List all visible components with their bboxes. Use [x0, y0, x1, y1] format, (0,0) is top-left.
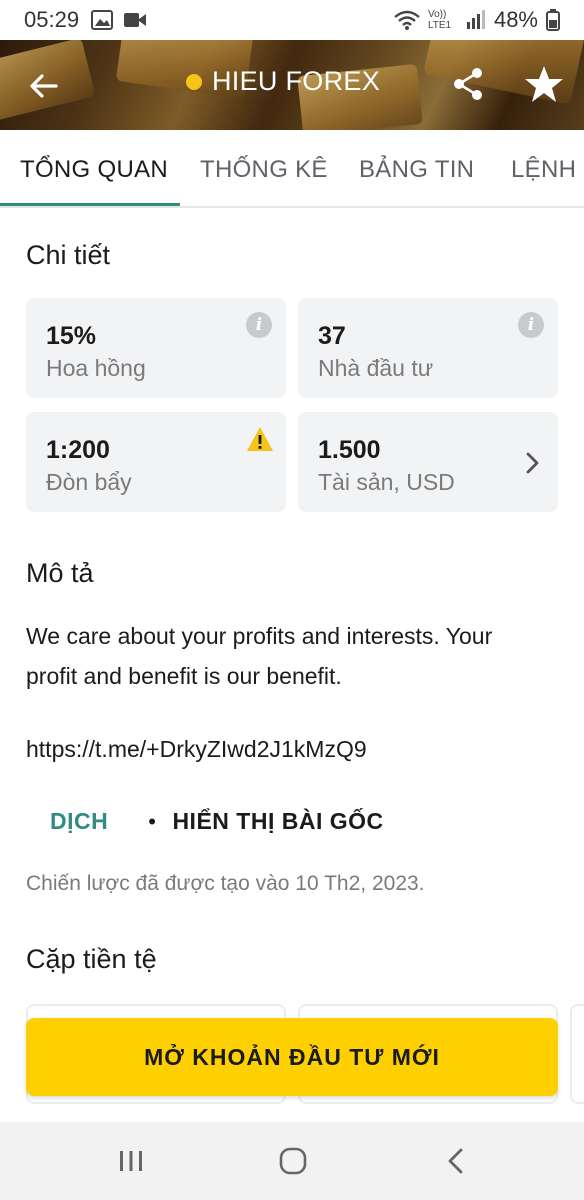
commission-label: Hoa hồng — [46, 355, 146, 381]
leverage-value: 1:200 — [46, 436, 110, 464]
telegram-link[interactable]: https://t.me/+DrkyZIwd2J1kMzQ9 — [26, 736, 367, 763]
created-date: Chiến lược đã được tạo vào 10 Th2, 2023. — [26, 872, 425, 895]
tab-statistics[interactable]: THỐNG KÊ — [200, 156, 328, 184]
tab-orders[interactable]: LỆNH G — [511, 156, 584, 184]
active-tab-indicator — [0, 203, 180, 206]
translate-row: DỊCH • HIỂN THỊ BÀI GỐC — [50, 808, 384, 835]
commission-card: 15% Hoa hồng i — [26, 298, 286, 398]
info-icon[interactable]: i — [518, 312, 544, 338]
signal-icon — [466, 10, 485, 29]
status-time: 05:29 — [24, 7, 80, 32]
commission-value: 15% — [46, 322, 97, 350]
separator-dot: • — [148, 808, 157, 834]
leverage-card: 1:200 Đòn bẩy — [26, 412, 286, 512]
video-camera-icon — [124, 13, 147, 27]
investors-label: Nhà đầu tư — [318, 355, 434, 381]
share-icon[interactable] — [450, 66, 486, 102]
assets-value: 1.500 — [318, 436, 381, 464]
show-original-button[interactable]: HIỂN THỊ BÀI GỐC — [172, 808, 383, 835]
back-nav-icon[interactable] — [442, 1146, 472, 1176]
assets-label: Tài sản, USD — [318, 469, 455, 495]
back-arrow-icon[interactable] — [26, 68, 62, 104]
chevron-right-icon — [526, 452, 539, 474]
currency-pairs-heading: Cặp tiền tệ — [26, 944, 157, 974]
system-nav-bar — [0, 1122, 584, 1200]
assets-card[interactable]: 1.500 Tài sản, USD — [298, 412, 558, 512]
warning-icon[interactable] — [246, 426, 274, 452]
network-label: Vo)) LTE1 — [427, 9, 452, 31]
home-icon[interactable] — [278, 1146, 308, 1176]
tab-feed[interactable]: BẢNG TIN — [359, 156, 474, 184]
page-title: HIEU FOREX — [212, 66, 381, 96]
strategy-header: HIEU FOREX — [0, 40, 584, 130]
translate-button[interactable]: DỊCH — [50, 808, 108, 835]
leverage-label: Đòn bẩy — [46, 469, 132, 495]
tab-overview[interactable]: TỔNG QUAN — [20, 156, 168, 184]
details-heading: Chi tiết — [26, 240, 111, 270]
info-icon[interactable]: i — [246, 312, 272, 338]
status-bar: 05:29 Vo)) LTE1 48% — [0, 0, 584, 40]
open-investment-button[interactable]: MỞ KHOẢN ĐẦU TƯ MỚI — [26, 1018, 558, 1096]
currency-pair-card[interactable] — [570, 1004, 584, 1104]
status-dot — [186, 73, 202, 90]
description-text: We care about your profits and interests… — [26, 623, 493, 689]
wifi-icon — [394, 10, 420, 30]
battery-icon — [546, 9, 560, 31]
tab-bar: TỔNG QUAN THỐNG KÊ BẢNG TIN LỆNH G — [0, 130, 584, 208]
investors-value: 37 — [318, 322, 346, 350]
gallery-icon — [91, 10, 114, 30]
recent-apps-icon[interactable] — [116, 1146, 146, 1176]
investors-card: 37 Nhà đầu tư i — [298, 298, 558, 398]
header-title-group: HIEU FOREX — [186, 66, 380, 97]
battery-percentage: 48% — [493, 7, 538, 32]
star-icon[interactable] — [524, 64, 564, 104]
description-heading: Mô tả — [26, 558, 94, 588]
